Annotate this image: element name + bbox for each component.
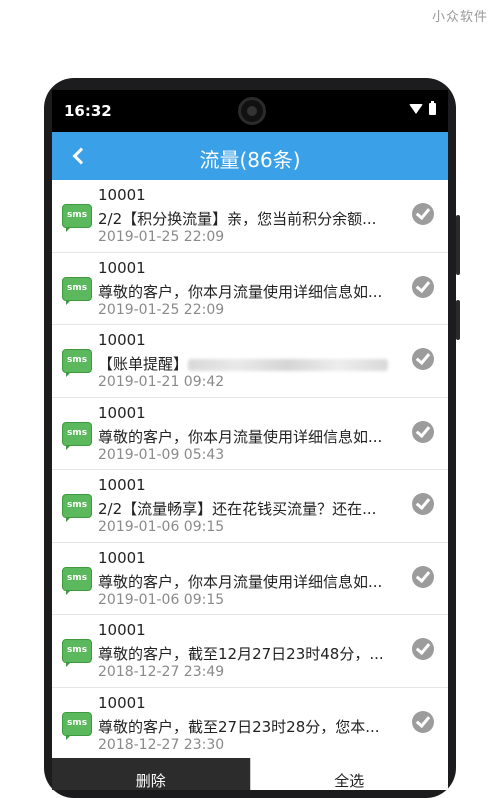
- battery-icon: [429, 101, 436, 115]
- list-item[interactable]: sms 10001 【账单提醒】 2019-01-21 09:42: [52, 325, 448, 398]
- list-item[interactable]: sms 10001 尊敬的客户，你本月流量使用详细信息如... 2019-01-…: [52, 542, 448, 615]
- message-date: 2019-01-06 09:15: [98, 519, 225, 535]
- check-icon[interactable]: [412, 203, 434, 225]
- bottom-action-bar: 删除 全选: [52, 758, 448, 790]
- check-icon[interactable]: [412, 348, 434, 370]
- message-list: sms 10001 2/2【积分换流量】亲，您当前积分余额... 2019-01…: [52, 180, 448, 760]
- message-preview: 尊敬的客户，你本月流量使用详细信息如...: [98, 427, 383, 446]
- message-preview: 尊敬的客户，截至12月27日23时48分，...: [98, 645, 384, 663]
- redacted-text: [188, 358, 389, 371]
- list-item[interactable]: sms 10001 2/2【积分换流量】亲，您当前积分余额... 2019-01…: [52, 180, 448, 253]
- message-preview: 2/2【积分换流量】亲，您当前积分余额...: [98, 210, 377, 228]
- message-sender: 10001: [98, 476, 146, 494]
- message-sender: 10001: [98, 548, 146, 567]
- status-bar: 16:32: [52, 90, 448, 132]
- list-item[interactable]: sms 10001 尊敬的客户，截至12月27日23时48分，... 2018-…: [52, 615, 448, 688]
- message-sender: 10001: [98, 258, 146, 277]
- message-preview: 尊敬的客户，你本月流量使用详细信息如...: [98, 572, 383, 591]
- sms-icon: sms: [62, 639, 92, 667]
- message-preview-container: 【账单提醒】: [98, 353, 398, 374]
- status-time: 16:32: [64, 102, 112, 120]
- message-preview: 2/2【流量畅享】还在花钱买流量？还在...: [98, 500, 377, 518]
- message-preview: 尊敬的客户，截至27日23时28分，您本...: [98, 717, 380, 736]
- check-icon[interactable]: [412, 565, 434, 588]
- select-all-button[interactable]: 全选: [249, 758, 448, 790]
- sms-icon: sms: [62, 204, 92, 232]
- sms-icon: sms: [62, 421, 92, 450]
- message-preview: 【账单提醒】: [98, 355, 189, 373]
- sms-icon: sms: [62, 711, 92, 740]
- list-item[interactable]: sms 10001 尊敬的客户，截至27日23时28分，您本... 2018-1…: [52, 687, 448, 760]
- list-item[interactable]: sms 10001 尊敬的客户，你本月流量使用详细信息如... 2019-01-…: [52, 252, 448, 325]
- message-date: 2019-01-21 09:42: [98, 374, 225, 390]
- sms-icon: sms: [62, 566, 92, 595]
- message-date: 2019-01-06 09:15: [98, 591, 225, 608]
- message-sender: 10001: [98, 693, 146, 712]
- message-date: 2019-01-25 22:09: [98, 229, 225, 245]
- check-icon[interactable]: [412, 275, 434, 298]
- message-date: 2018-12-27 23:30: [98, 736, 225, 753]
- check-icon[interactable]: [412, 638, 434, 660]
- message-date: 2019-01-25 22:09: [98, 301, 225, 318]
- check-icon[interactable]: [412, 710, 434, 733]
- title-bar: 流量(86条): [52, 132, 448, 180]
- front-camera: [238, 97, 266, 125]
- check-icon[interactable]: [412, 420, 434, 443]
- page-title: 流量(86条): [199, 148, 301, 172]
- message-sender: 10001: [98, 403, 146, 422]
- volume-button: [456, 215, 460, 275]
- phone-screen: 16:32 流量(86条) sms 10001 2/2【积分换流量】亲，您当前积…: [52, 90, 448, 790]
- check-icon[interactable]: [412, 493, 434, 515]
- message-sender: 10001: [98, 621, 146, 639]
- message-preview: 尊敬的客户，你本月流量使用详细信息如...: [98, 282, 383, 301]
- power-button: [456, 300, 460, 340]
- message-sender: 10001: [98, 331, 146, 349]
- sms-icon: sms: [62, 276, 92, 305]
- sms-icon: sms: [62, 494, 92, 522]
- sms-icon: sms: [62, 349, 92, 377]
- status-icons: [409, 101, 436, 115]
- wifi-icon: [409, 104, 423, 114]
- message-sender: 10001: [98, 186, 146, 204]
- watermark: 小众软件: [431, 10, 488, 25]
- list-item[interactable]: sms 10001 尊敬的客户，你本月流量使用详细信息如... 2019-01-…: [52, 397, 448, 470]
- list-item[interactable]: sms 10001 2/2【流量畅享】还在花钱买流量？还在... 2019-01…: [52, 470, 448, 543]
- message-date: 2019-01-09 05:43: [98, 446, 225, 463]
- delete-button[interactable]: 删除: [52, 758, 250, 790]
- message-date: 2018-12-27 23:49: [98, 664, 225, 680]
